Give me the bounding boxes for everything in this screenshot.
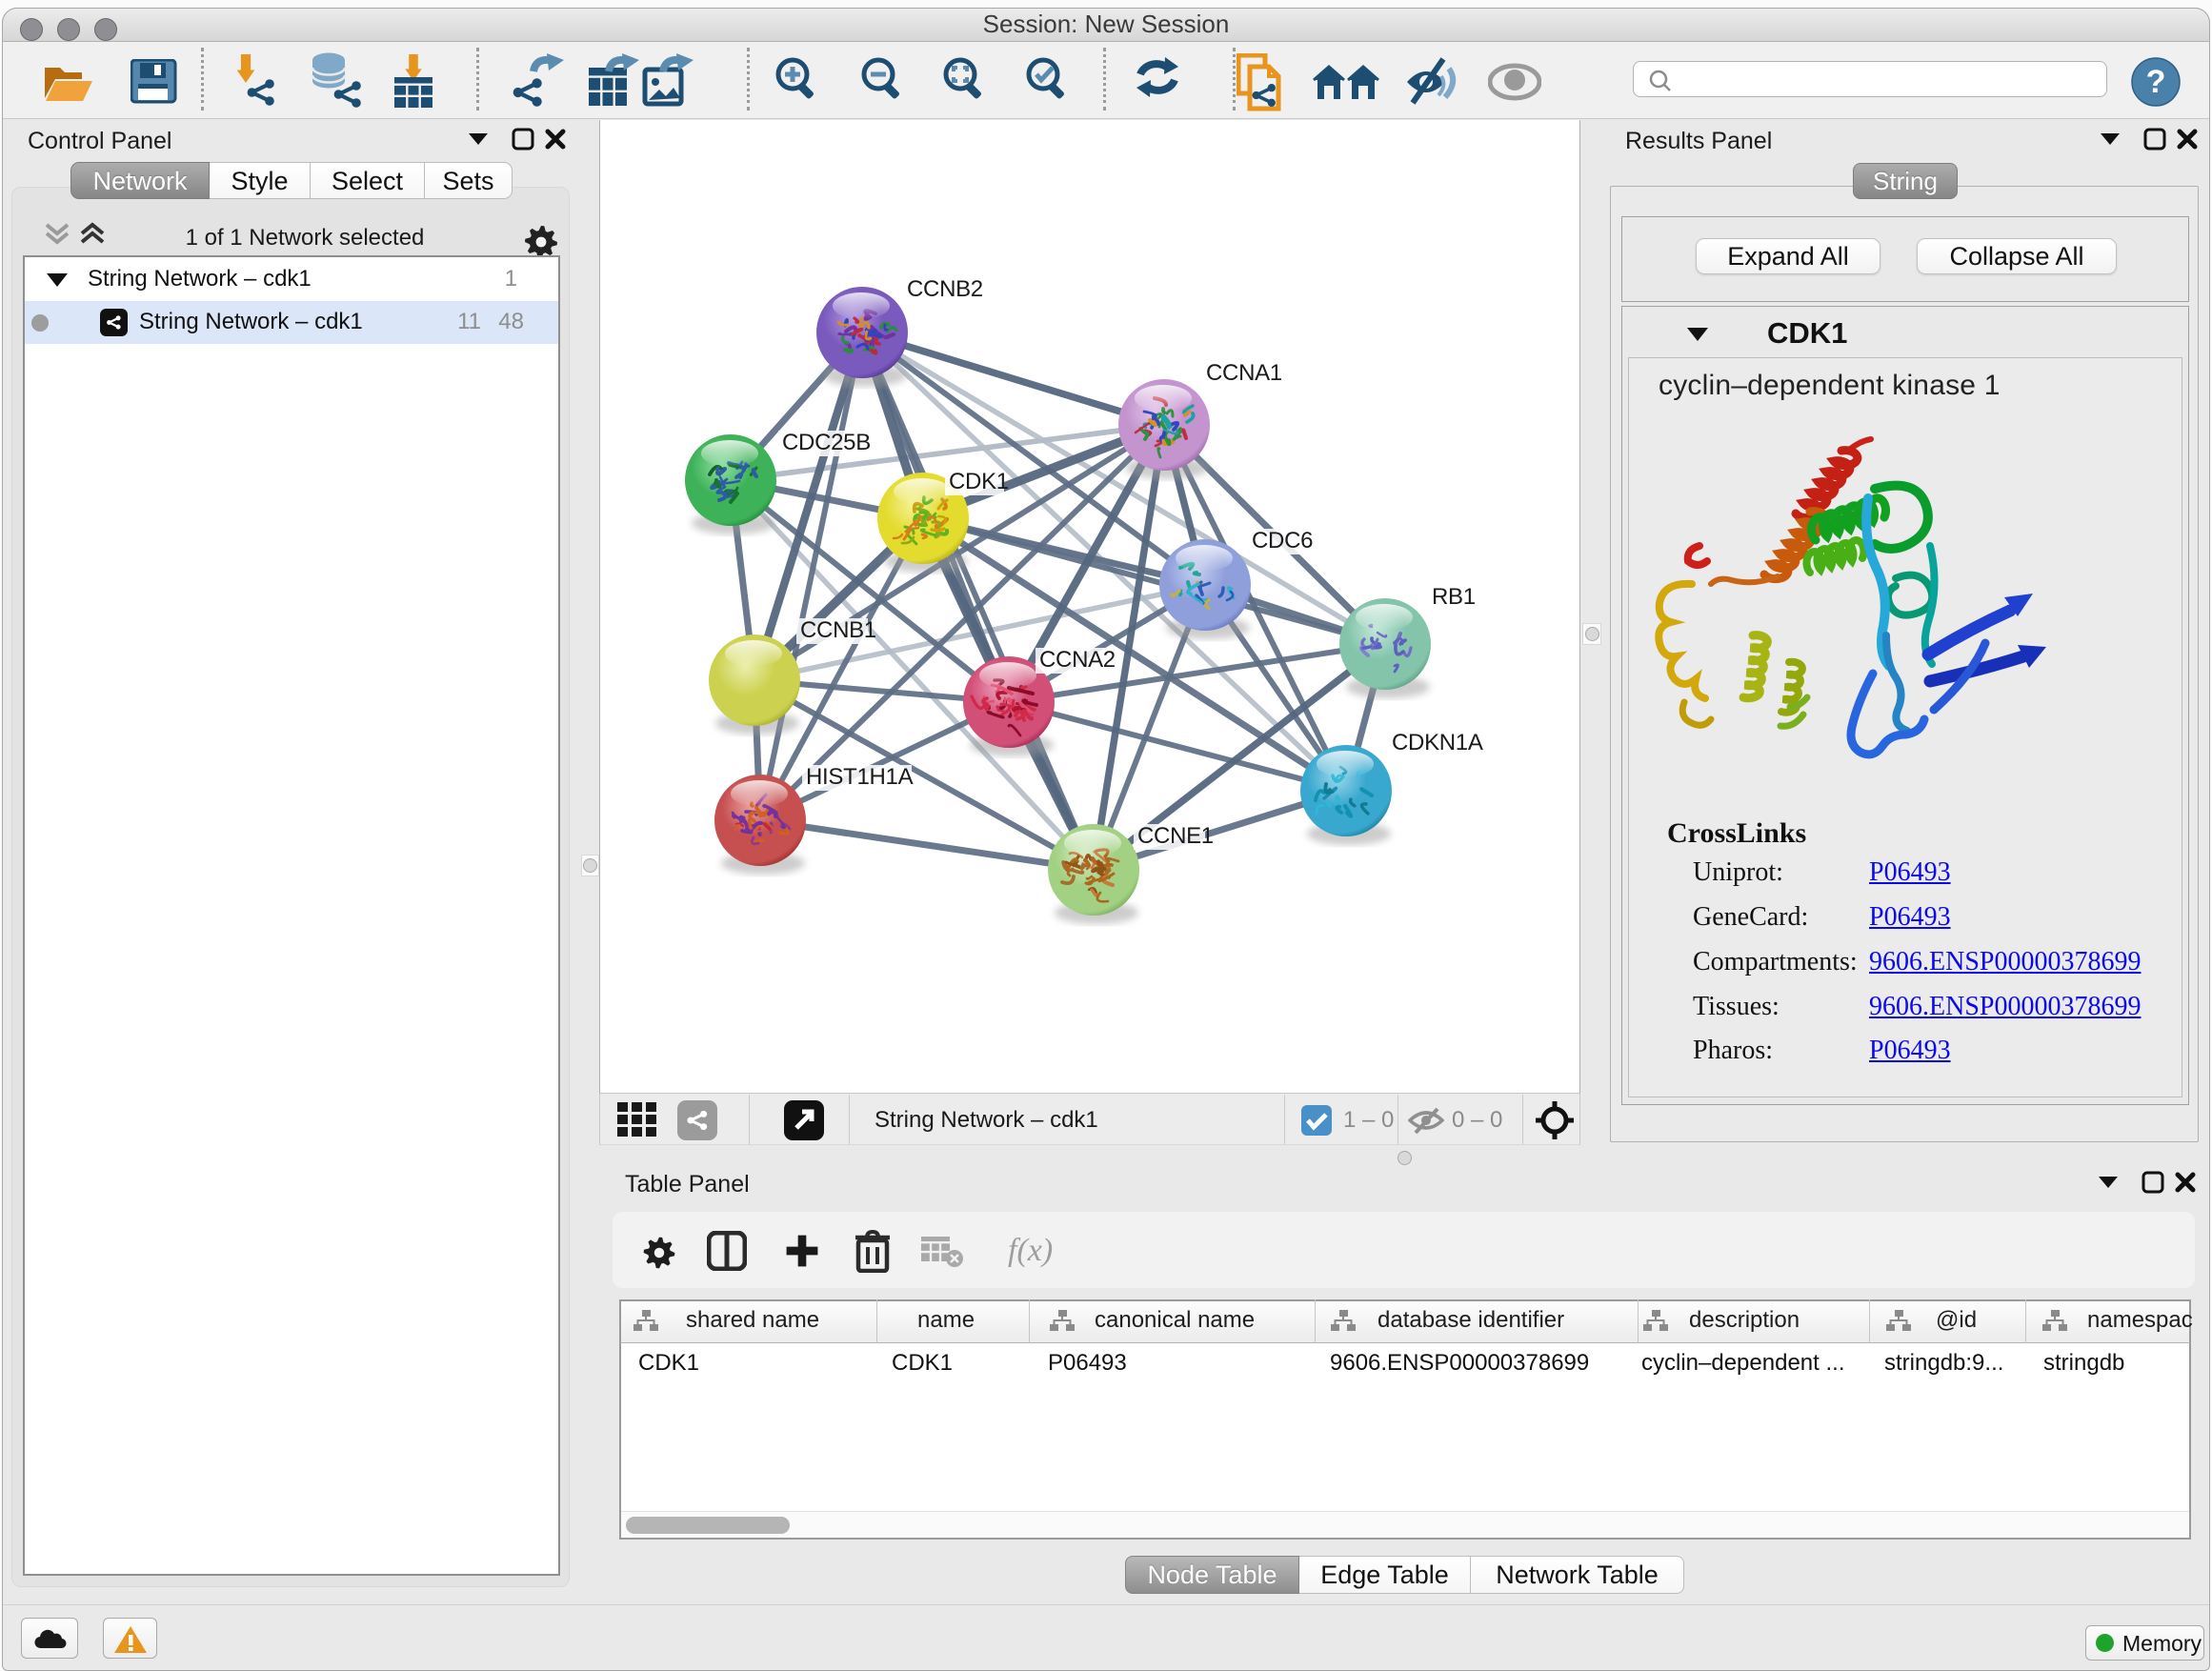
svg-text:RB1: RB1 [1432, 584, 1476, 610]
svg-text:HIST1H1A: HIST1H1A [806, 764, 914, 790]
svg-text:CCNA2: CCNA2 [1039, 647, 1116, 673]
svg-text:CCNE1: CCNE1 [1137, 823, 1214, 849]
svg-text:CDC6: CDC6 [1252, 528, 1313, 554]
svg-text:CCNA1: CCNA1 [1206, 360, 1282, 386]
svg-text:CDK1: CDK1 [949, 469, 1009, 494]
svg-text:CDC25B: CDC25B [782, 430, 871, 455]
svg-text:CCNB2: CCNB2 [907, 276, 983, 302]
svg-text:CCNB1: CCNB1 [800, 617, 876, 643]
svg-text:CDKN1A: CDKN1A [1392, 730, 1483, 755]
svg-text:?: ? [2146, 64, 2166, 100]
